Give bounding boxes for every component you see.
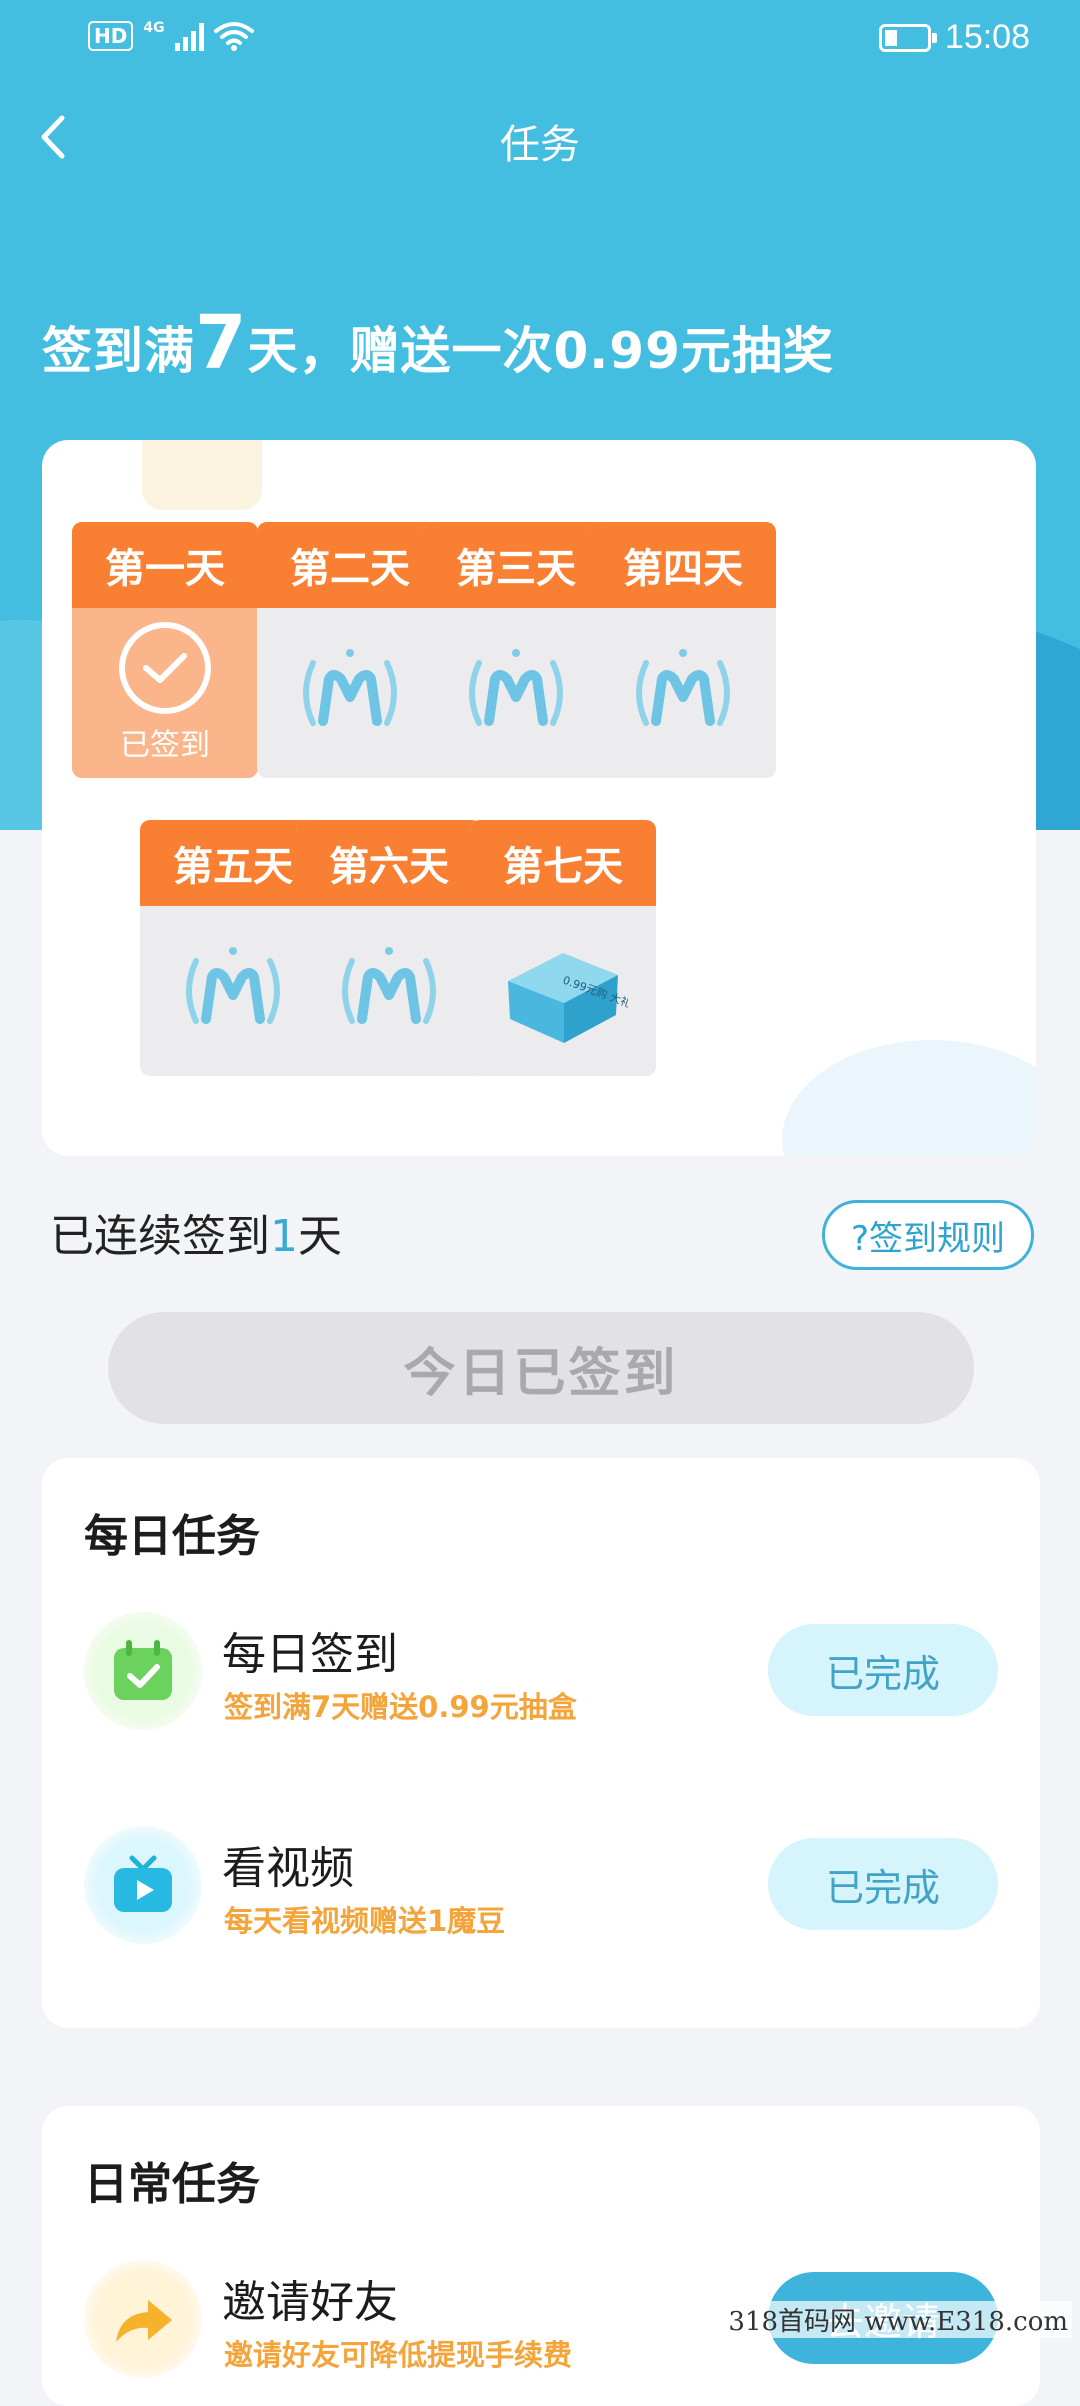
day-card-4: 第四天: [590, 522, 776, 778]
day-card-2: 第二天: [257, 522, 443, 778]
streak-count: 1: [270, 1211, 298, 1262]
signal-icon: [174, 21, 204, 51]
brand-logo-icon: [186, 947, 280, 1024]
check-icon: [119, 622, 211, 714]
calendar-check-icon: [84, 1612, 202, 1730]
sign-in-calendar-card: 第一天 已签到 第二天 第三天 第四天 第五天 第六天 第七天 0.99元购 大…: [42, 440, 1036, 1156]
task-row: 看视频 每天看视频赠送1魔豆 已完成: [42, 1820, 1040, 1950]
task-row: 每日签到 签到满7天赠送0.99元抽盒 已完成: [42, 1606, 1040, 1736]
status-time: 15:08: [944, 18, 1030, 56]
regular-tasks-card: 日常任务 邀请好友 邀请好友可降低提现手续费 去邀请: [42, 2106, 1040, 2406]
task-description: 签到满7天赠送0.99元抽盒: [224, 1690, 577, 1724]
tv-play-icon: [84, 1826, 202, 1944]
day-card-3: 第三天: [423, 522, 609, 778]
signed-status: 已签到: [120, 728, 210, 763]
day-card-7: 第七天 0.99元购 大礼包: [470, 820, 656, 1076]
wifi-icon: [213, 22, 254, 51]
task-name: 邀请好友: [222, 2277, 398, 2328]
task-completed-button[interactable]: 已完成: [768, 1624, 998, 1716]
daily-tasks-card: 每日任务 每日签到 签到满7天赠送0.99元抽盒 已完成 看视频 每天看视频赠送…: [42, 1458, 1040, 2028]
brand-logo-icon: [636, 649, 730, 726]
page-title: 任务: [500, 122, 580, 168]
task-name: 看视频: [222, 1843, 354, 1894]
brand-logo-icon: [469, 649, 563, 726]
battery-icon: [878, 23, 937, 52]
day-card-6: 第六天: [296, 820, 482, 1076]
task-description: 邀请好友可降低提现手续费: [224, 2338, 573, 2372]
brand-logo-icon: [303, 649, 397, 726]
watermark: 318首码网 www.E318.com: [724, 2301, 1072, 2338]
section-title: 日常任务: [84, 2159, 260, 2210]
hd-indicator: HD: [88, 21, 134, 51]
task-completed-button[interactable]: 已完成: [768, 1838, 998, 1930]
task-description: 每天看视频赠送1魔豆: [224, 1904, 506, 1938]
status-bar: HD 4G 15:08: [0, 0, 1080, 80]
sign-in-rules-button[interactable]: ?签到规则: [822, 1200, 1034, 1270]
brand-logo-icon: [342, 947, 436, 1024]
signed-today-button: 今日已签到: [108, 1312, 974, 1424]
task-name: 每日签到: [222, 1629, 398, 1680]
day-card-1: 第一天 已签到: [72, 522, 258, 778]
share-arrow-icon: [84, 2260, 202, 2378]
sign-in-headline: 签到满7天，赠送一次0.99元抽奖: [42, 300, 834, 386]
gift-box-icon: 0.99元购 大礼包: [508, 953, 628, 1043]
network-type: 4G: [143, 20, 165, 36]
streak-text: 已连续签到1天: [50, 1211, 342, 1262]
section-title: 每日任务: [84, 1511, 260, 1562]
